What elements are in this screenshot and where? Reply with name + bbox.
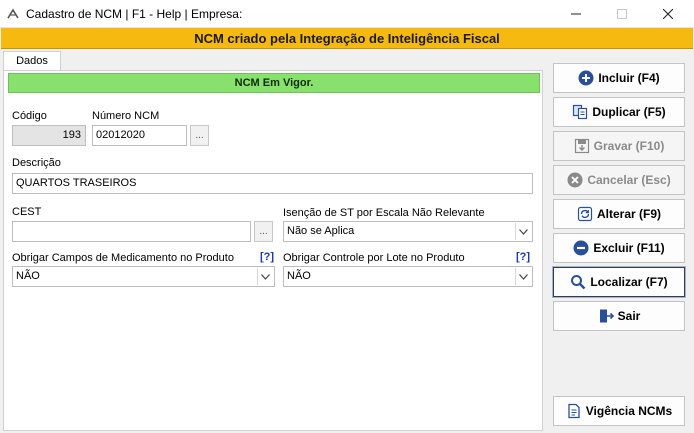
- chevron-down-icon[interactable]: [515, 223, 531, 240]
- numero-ncm-field[interactable]: 02012020: [92, 125, 187, 146]
- minimize-icon: [571, 13, 581, 15]
- obrigar-lote-value: NÃO: [287, 270, 311, 282]
- app-icon: [7, 8, 19, 19]
- alterar-button[interactable]: Alterar (F9): [553, 199, 685, 229]
- localizar-label: Localizar (F7): [590, 275, 668, 289]
- save-icon: [574, 138, 589, 154]
- x-circle-icon: [567, 172, 583, 188]
- close-button[interactable]: [645, 0, 691, 28]
- cancelar-label: Cancelar (Esc): [587, 173, 671, 187]
- document-icon: [568, 403, 580, 419]
- obrigar-lote-label: Obrigar Controle por Lote no Produto: [283, 252, 465, 264]
- title-bar: Cadastro de NCM | F1 - Help | Empresa:: [0, 0, 694, 28]
- integration-banner: NCM criado pela Integração de Inteligênc…: [1, 28, 693, 49]
- vigencia-ncms-label: Vigência NCMs: [585, 404, 673, 418]
- numero-ncm-lookup-button[interactable]: ...: [190, 125, 209, 146]
- localizar-button[interactable]: Localizar (F7): [552, 266, 686, 298]
- maximize-icon: [617, 9, 627, 19]
- incluir-button[interactable]: Incluir (F4): [553, 63, 685, 93]
- close-icon: [663, 9, 673, 19]
- refresh-icon: [577, 206, 593, 222]
- minus-circle-icon: [573, 240, 589, 256]
- obrigar-medicamento-value: NÃO: [16, 270, 40, 282]
- codigo-field: 193: [12, 125, 86, 146]
- descricao-label: Descrição: [12, 157, 61, 169]
- cancelar-button[interactable]: Cancelar (Esc): [553, 165, 685, 195]
- chevron-down-icon[interactable]: [515, 268, 531, 285]
- sair-label: Sair: [617, 309, 641, 323]
- excluir-button[interactable]: Excluir (F11): [553, 233, 685, 263]
- chevron-down-icon[interactable]: [257, 268, 273, 285]
- obrigar-medicamento-label: Obrigar Campos de Medicamento no Produto: [12, 252, 234, 264]
- obrigar-lote-help-link[interactable]: [?]: [516, 251, 530, 263]
- isencao-st-select[interactable]: Não se Aplica: [283, 221, 533, 242]
- plus-circle-icon: [578, 70, 594, 86]
- window-title: Cadastro de NCM | F1 - Help | Empresa:: [26, 7, 243, 21]
- exit-door-icon: [599, 309, 614, 323]
- obrigar-medicamento-select[interactable]: NÃO: [12, 266, 275, 287]
- cest-lookup-button[interactable]: ...: [254, 221, 273, 242]
- obrigar-medicamento-help-link[interactable]: [?]: [260, 251, 274, 263]
- alterar-label: Alterar (F9): [596, 207, 661, 221]
- gravar-button[interactable]: Gravar (F10): [553, 131, 685, 161]
- duplicar-label: Duplicar (F5): [592, 105, 666, 119]
- incluir-label: Incluir (F4): [598, 71, 660, 85]
- maximize-button[interactable]: [599, 0, 645, 28]
- isencao-st-label: Isenção de ST por Escala Não Relevante: [283, 207, 485, 219]
- cest-field[interactable]: [12, 221, 251, 242]
- gravar-label: Gravar (F10): [593, 139, 665, 153]
- copy-icon: [573, 104, 588, 120]
- numero-ncm-label: Número NCM: [92, 110, 160, 122]
- obrigar-lote-select[interactable]: NÃO: [283, 266, 533, 287]
- duplicar-button[interactable]: Duplicar (F5): [553, 97, 685, 127]
- isencao-st-value: Não se Aplica: [287, 225, 355, 237]
- search-icon: [571, 275, 586, 290]
- excluir-label: Excluir (F11): [593, 241, 665, 255]
- ncm-status-badge: NCM Em Vigor.: [8, 73, 540, 93]
- minimize-button[interactable]: [553, 0, 599, 28]
- cest-label: CEST: [12, 206, 42, 218]
- tab-dados[interactable]: Dados: [3, 51, 61, 71]
- sair-button[interactable]: Sair: [553, 301, 685, 331]
- descricao-field[interactable]: QUARTOS TRASEIROS: [12, 173, 533, 194]
- codigo-label: Código: [12, 110, 47, 122]
- vigencia-ncms-button[interactable]: Vigência NCMs: [553, 396, 685, 426]
